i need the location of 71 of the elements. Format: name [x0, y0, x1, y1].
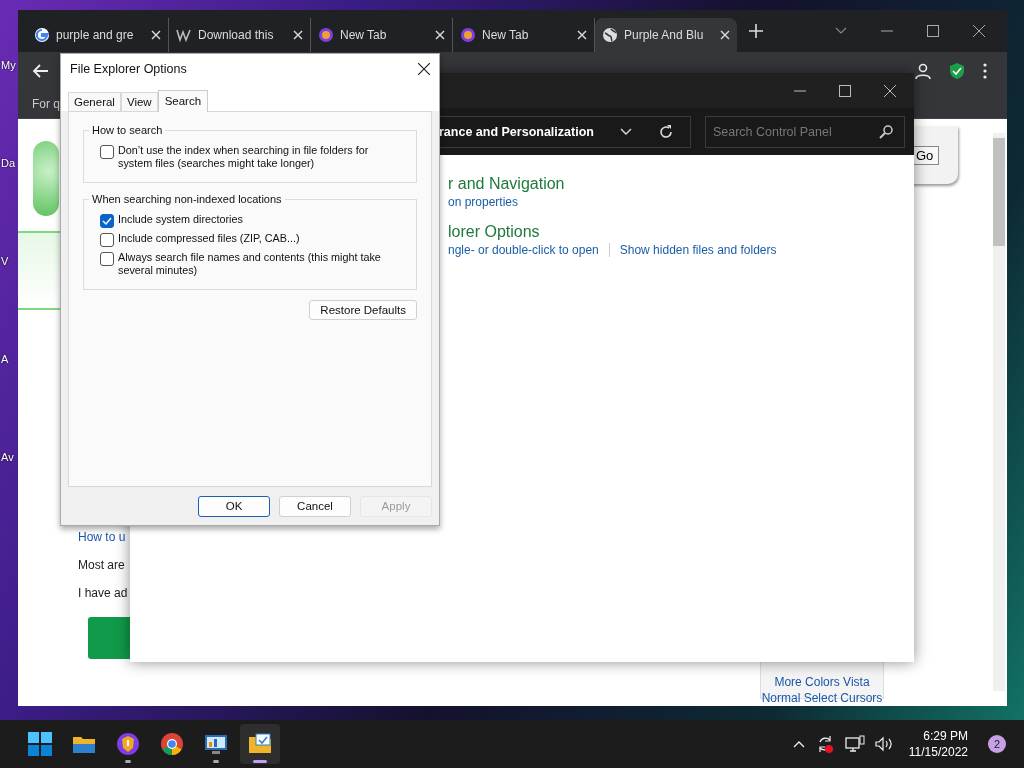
notification-badge[interactable]: 2: [988, 735, 1006, 753]
breadcrumb[interactable]: rance and Personalization: [439, 124, 594, 139]
scroll-thumb[interactable]: [993, 138, 1005, 246]
checkbox[interactable]: [100, 233, 114, 247]
checkbox-label[interactable]: Always search file names and contents (this might take several minutes): [118, 251, 402, 277]
folder-check-icon[interactable]: [248, 732, 272, 756]
clock-date[interactable]: 11/15/2022: [908, 744, 968, 760]
close-icon[interactable]: [973, 25, 985, 37]
chevron-up-icon[interactable]: [792, 740, 805, 748]
speaker-icon[interactable]: [874, 736, 895, 752]
chrome-icon[interactable]: [160, 732, 184, 756]
plus-icon[interactable]: [749, 24, 763, 38]
link[interactable]: Normal Select Cursors: [761, 690, 883, 706]
tab-title: New Tab: [340, 28, 388, 42]
bookmark-link[interactable]: For q: [32, 97, 60, 111]
tab[interactable]: View: [120, 92, 158, 111]
checkmark-icon: [102, 217, 112, 225]
checkbox-label[interactable]: Include compressed files (ZIP, CAB...): [118, 232, 300, 245]
close-icon[interactable]: [418, 63, 430, 75]
taskbar-button[interactable]: [240, 724, 280, 764]
back-arrow-icon[interactable]: [32, 64, 48, 78]
link[interactable]: ngle- or double-click to open: [448, 243, 599, 257]
checkbox-label[interactable]: Don’t use the index when searching in file folders for system files (searches might take longer): [118, 144, 402, 170]
link[interactable]: Show hidden files and folders: [619, 243, 777, 257]
group-title: When searching non-indexed locations: [91, 193, 283, 205]
ok-button[interactable]: OK: [198, 495, 270, 517]
start-icon[interactable]: [28, 732, 52, 756]
link[interactable]: More Colors Vista: [774, 674, 870, 690]
search-field[interactable]: Search Control Panel: [704, 115, 905, 148]
google-icon: [34, 27, 50, 43]
restore-defaults-button[interactable]: Restore Defaults: [309, 300, 417, 320]
paragraph: Most are: [78, 558, 126, 572]
checkbox-label[interactable]: Include system directories: [118, 213, 243, 226]
tab[interactable]: Search: [157, 90, 209, 112]
refresh-icon[interactable]: [657, 123, 674, 140]
monitor-chart-icon[interactable]: [204, 732, 228, 756]
checkbox[interactable]: [100, 145, 114, 159]
window-title: File Explorer Options: [70, 62, 188, 76]
tab-title: Purple And Blu: [624, 28, 705, 42]
checkbox[interactable]: [100, 214, 114, 228]
maximize-icon[interactable]: [927, 25, 939, 37]
desktop-icon-label[interactable]: Da: [1, 156, 19, 174]
clock-time[interactable]: 6:29 PM: [923, 728, 968, 744]
profile-icon[interactable]: [915, 63, 931, 79]
tab-title: New Tab: [482, 28, 530, 42]
menu-icon[interactable]: [983, 63, 987, 79]
desktop-icon-label[interactable]: A: [1, 352, 19, 370]
search-icon[interactable]: [878, 124, 893, 139]
cancel-button[interactable]: Cancel: [279, 495, 351, 517]
link[interactable]: How to u: [78, 530, 130, 544]
browser-tab[interactable]: Purple And Blu: [595, 18, 737, 52]
paragraph: I have ad: [78, 586, 129, 600]
maximize-icon[interactable]: [839, 84, 851, 97]
desktop-icon-label[interactable]: V: [1, 254, 19, 272]
globe-icon: [602, 27, 618, 43]
group-title: How to search: [91, 124, 164, 136]
tab-title: purple and gre: [56, 28, 135, 42]
desktop-icon-label[interactable]: Av: [1, 450, 19, 468]
tab[interactable]: General: [68, 92, 121, 111]
tab-title: Download this: [198, 28, 275, 42]
close-icon[interactable]: [884, 84, 896, 97]
desktop-icon-label[interactable]: My: [1, 58, 19, 76]
w-letter-icon: [176, 27, 192, 43]
shield-check-icon[interactable]: [949, 62, 965, 80]
category-heading[interactable]: lorer Options: [448, 223, 914, 241]
category-heading[interactable]: r and Navigation: [448, 175, 914, 193]
checkbox[interactable]: [100, 252, 114, 266]
network-icon[interactable]: [844, 735, 865, 753]
scrollbar[interactable]: [993, 133, 1005, 691]
minimize-icon[interactable]: [794, 89, 806, 92]
link[interactable]: on properties: [448, 195, 519, 209]
